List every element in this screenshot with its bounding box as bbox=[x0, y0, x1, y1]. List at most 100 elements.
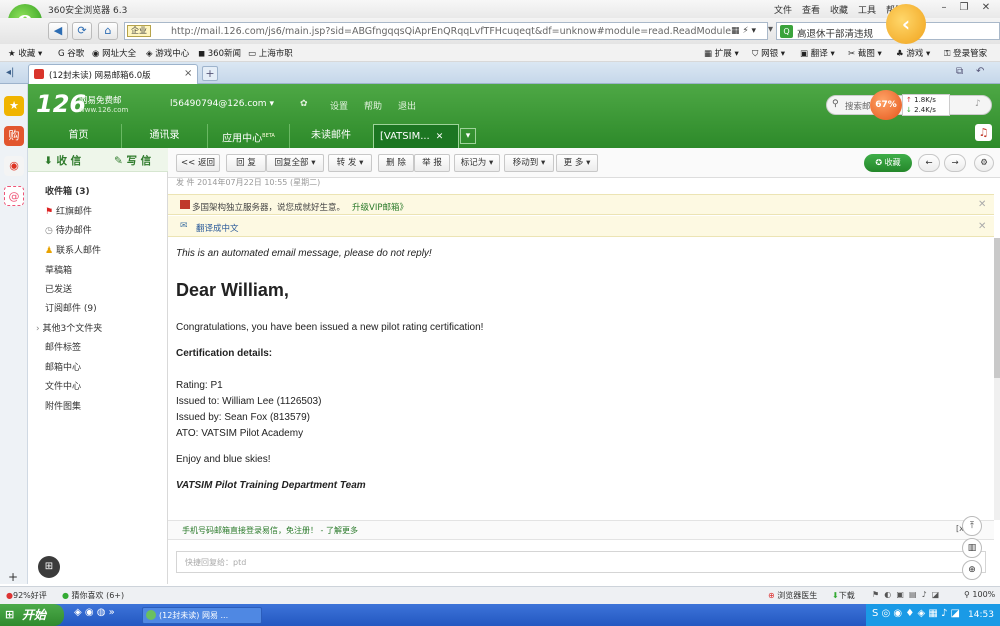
address-dropdown-icon[interactable]: ▾ bbox=[768, 24, 773, 35]
folder-file-center[interactable]: 文件中心 bbox=[45, 379, 81, 392]
reply-all-button[interactable]: 回复全部 ▾ bbox=[266, 154, 324, 172]
account-name[interactable]: l56490794@126.com ▾ bbox=[170, 99, 274, 109]
music-icon[interactable]: ♫ bbox=[975, 124, 992, 141]
settings-link[interactable]: 设置 bbox=[330, 99, 348, 112]
apps-grid-icon[interactable]: ⊞ bbox=[38, 556, 60, 578]
bookmark-favorites[interactable]: ★ 收藏 ▾ bbox=[8, 47, 42, 59]
menu-favorites[interactable]: 收藏 bbox=[830, 3, 848, 16]
shopping-icon[interactable]: 购 bbox=[4, 126, 24, 146]
zoom-icon[interactable]: ⊕ bbox=[962, 560, 982, 580]
add-sidebar-icon[interactable]: + bbox=[8, 570, 18, 584]
yixin-banner-text[interactable]: 手机号码邮箱直接登录易信，免注册！ - 了解更多 bbox=[182, 525, 358, 536]
bookmark-360-news[interactable]: ◼ 360新闻 bbox=[198, 47, 241, 59]
toolbar-screenshot[interactable]: ✂ 截图 ▾ bbox=[848, 47, 882, 59]
rating-status[interactable]: ●92%好评 bbox=[6, 590, 47, 601]
maximize-button[interactable]: ❐ bbox=[956, 2, 972, 15]
tab-close-icon[interactable]: × bbox=[184, 68, 192, 79]
tab-close-icon[interactable]: ✕ bbox=[436, 132, 444, 142]
logout-link[interactable]: 退出 bbox=[398, 99, 416, 112]
menu-file[interactable]: 文件 bbox=[774, 3, 792, 16]
minimize-button[interactable]: – bbox=[936, 2, 952, 15]
toolbar-extensions[interactable]: ▦ 扩展 ▾ bbox=[704, 47, 739, 59]
tab-restore-icon[interactable]: ↶ bbox=[976, 66, 984, 77]
folder-inbox[interactable]: 收件箱 (3) bbox=[45, 184, 90, 197]
bookmark-shanghai[interactable]: ▭ 上海市职 bbox=[248, 47, 293, 59]
recommend-status[interactable]: ● 猜你喜欢 (6+) bbox=[62, 590, 124, 601]
translate-link[interactable]: 翻译成中文 bbox=[196, 222, 239, 234]
folder-sent[interactable]: 已发送 bbox=[45, 282, 72, 295]
mark-as-button[interactable]: 标记为 ▾ bbox=[454, 154, 500, 172]
tab-list-icon[interactable]: ⧉ bbox=[956, 66, 963, 77]
browser-doctor-status[interactable]: ⊕ 浏览器医生 bbox=[768, 590, 817, 601]
address-bar[interactable]: 企业 http://mail.126.com/js6/main.jsp?sid=… bbox=[124, 22, 768, 40]
reading-mode-icon[interactable]: ▥ bbox=[962, 538, 982, 558]
system-clock[interactable]: 14:53 bbox=[968, 610, 994, 620]
weibo-icon[interactable]: ◉ bbox=[4, 156, 24, 176]
upgrade-vip-link[interactable]: 升级VIP邮箱》 bbox=[352, 201, 408, 213]
close-translate-icon[interactable]: ✕ bbox=[978, 221, 986, 232]
tab-more-dropdown[interactable]: ▾ bbox=[460, 128, 476, 144]
back-to-list-button[interactable]: << 返回 bbox=[176, 154, 220, 172]
menu-view[interactable]: 查看 bbox=[802, 3, 820, 16]
toolbar-translate[interactable]: ▣ 翻译 ▾ bbox=[800, 47, 835, 59]
forward-button[interactable]: 转 发 ▾ bbox=[328, 154, 372, 172]
speed-ball-widget[interactable]: 67% bbox=[870, 90, 902, 120]
view-settings-gear-icon[interactable]: ⚙ bbox=[974, 154, 994, 172]
quick-reply-input[interactable]: 快捷回复给：ptd bbox=[176, 551, 986, 573]
new-tab-button[interactable]: + bbox=[202, 66, 218, 81]
favorites-star-icon[interactable]: ★ bbox=[4, 96, 24, 116]
search-suggestion-text[interactable]: 高退休干部清违规 bbox=[797, 26, 873, 40]
favorite-button[interactable]: ✪ 收藏 bbox=[864, 154, 912, 172]
scrollbar-thumb[interactable] bbox=[994, 238, 1000, 378]
tab-mail[interactable]: (12封未读) 网易邮箱6.0版 × bbox=[28, 64, 198, 84]
download-status[interactable]: ⬇下载 bbox=[832, 590, 855, 601]
zoom-level[interactable]: ⚲ 100% bbox=[964, 590, 995, 599]
url-text[interactable]: http://mail.126.com/js6/main.jsp?sid=ABG… bbox=[171, 26, 731, 37]
sidebar-toggle-icon[interactable]: ◂| bbox=[6, 67, 14, 78]
reply-button[interactable]: 回 复 bbox=[226, 154, 266, 172]
folder-subscriptions[interactable]: 订阅邮件 (9) bbox=[45, 301, 97, 314]
next-email-button[interactable]: → bbox=[944, 154, 966, 172]
scroll-top-icon[interactable]: ⤒ bbox=[962, 516, 982, 536]
prev-email-button[interactable]: ← bbox=[918, 154, 940, 172]
toolbar-bank[interactable]: ⛉ 网银 ▾ bbox=[752, 47, 785, 59]
folder-tags[interactable]: 邮件标签 bbox=[45, 340, 81, 353]
delete-button[interactable]: 删 除 bbox=[378, 154, 414, 172]
mail-sidebar-icon[interactable]: @ bbox=[4, 186, 24, 206]
bookmark-url-nav[interactable]: ◉ 网址大全 bbox=[92, 47, 136, 59]
menu-tools[interactable]: 工具 bbox=[858, 3, 876, 16]
taskbar-mail-window[interactable]: (12封未读) 网易 ... bbox=[142, 607, 262, 624]
learn-more-link[interactable]: - 了解更多 bbox=[321, 526, 358, 535]
toolbar-games[interactable]: ♣ 游戏 ▾ bbox=[896, 47, 930, 59]
home-button[interactable]: ⌂ bbox=[98, 22, 118, 40]
tab-current-email[interactable]: [VATSIM... ✕ bbox=[373, 124, 459, 148]
mic-icon[interactable]: ♪ bbox=[975, 99, 981, 109]
back-floating-icon[interactable]: ‹ bbox=[886, 4, 926, 44]
folder-contact-mail[interactable]: ♟ 联系人邮件 bbox=[45, 243, 101, 256]
bookmark-google[interactable]: G 谷歌 bbox=[58, 47, 84, 59]
folder-flagged[interactable]: ⚑ 红旗邮件 bbox=[45, 204, 92, 217]
report-button[interactable]: 举 报 bbox=[414, 154, 450, 172]
search-engine-icon[interactable]: Q bbox=[780, 25, 793, 38]
quick-launch-icons[interactable]: ◈ ◉ ◍ » bbox=[74, 607, 115, 618]
compose-button[interactable]: ✎ 写 信 bbox=[114, 153, 151, 168]
back-button[interactable]: ◀ bbox=[48, 22, 68, 40]
tray-icons[interactable]: S ◎ ◉ ♦ ◈ ▦ ♪ ◪ bbox=[872, 608, 960, 619]
folder-drafts[interactable]: 草稿箱 bbox=[45, 263, 72, 276]
tab-home[interactable]: 首页 bbox=[36, 124, 122, 148]
toolbar-login-manager[interactable]: ⚿ 登录管家 bbox=[944, 47, 987, 59]
start-button[interactable]: ⊞ 开始 bbox=[0, 604, 64, 626]
receive-button[interactable]: ⬇ 收 信 bbox=[44, 153, 81, 168]
url-mode-badge[interactable]: 企业 bbox=[127, 25, 151, 37]
refresh-button[interactable]: ⟳ bbox=[72, 22, 92, 40]
help-link[interactable]: 帮助 bbox=[364, 99, 382, 112]
folder-mail-center[interactable]: 邮箱中心 bbox=[45, 360, 81, 373]
tab-contacts[interactable]: 通讯录 bbox=[122, 124, 208, 148]
close-window-button[interactable]: ✕ bbox=[978, 2, 994, 15]
tab-app-center[interactable]: 应用中心BETA bbox=[208, 124, 290, 148]
move-to-button[interactable]: 移动到 ▾ bbox=[504, 154, 554, 172]
more-button[interactable]: 更 多 ▾ bbox=[556, 154, 598, 172]
folder-others[interactable]: › 其他3个文件夹 bbox=[36, 321, 102, 334]
tab-unread[interactable]: 未读邮件 bbox=[290, 124, 372, 148]
status-tools-icons[interactable]: ⚑ ◐ ▣ ▤ ♪ ◪ bbox=[872, 590, 939, 599]
